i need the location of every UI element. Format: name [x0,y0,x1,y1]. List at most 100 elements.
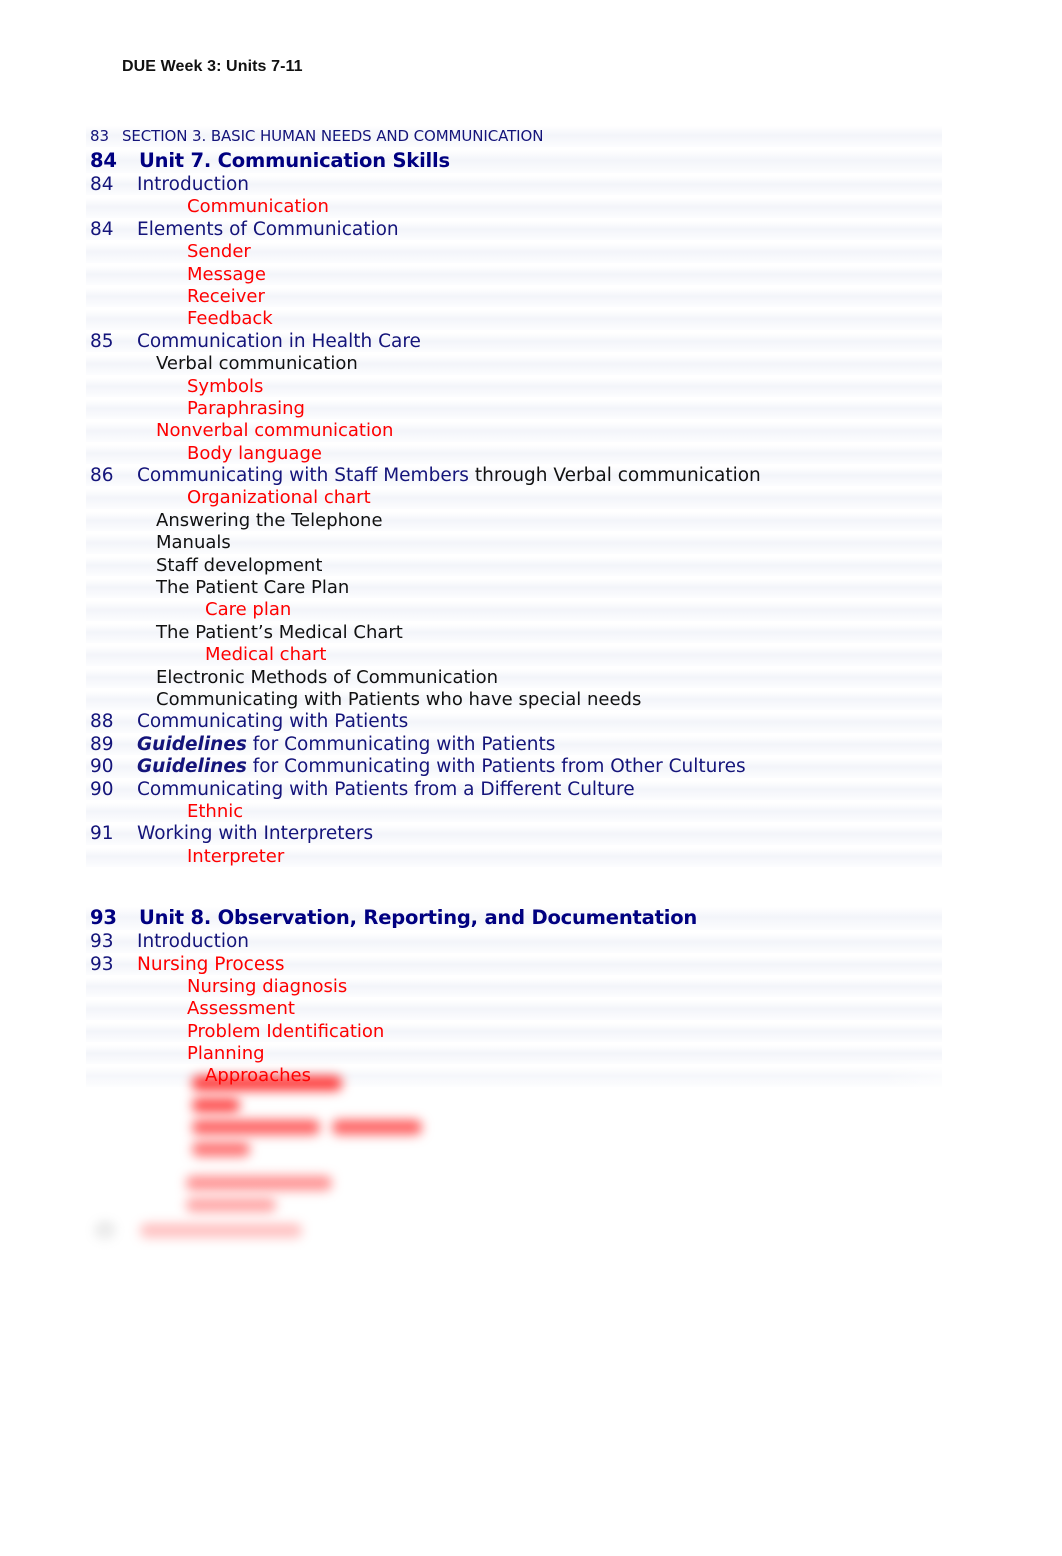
obscured-line [192,1142,250,1157]
toc-entry-row[interactable]: Sender [0,241,1062,263]
entry-term: Approaches [205,1065,311,1087]
toc-entry-row[interactable]: Staff development [0,555,1062,577]
obscured-page-number [94,1221,116,1241]
toc-entry-row[interactable]: Communicating with Patients who have spe… [0,689,1062,711]
obscured-line [186,1176,332,1191]
toc-entry-row[interactable]: Symbols [0,376,1062,398]
entry-term: Assessment [187,998,295,1020]
entry-term: Nursing diagnosis [187,975,348,997]
toc-entry-row[interactable]: 84 Elements of Communication [0,219,1062,241]
toc-entry-row[interactable]: Approaches [0,1065,1062,1088]
page-number: 91 [90,823,114,845]
toc-entry-row[interactable]: Paraphrasing [0,398,1062,420]
entry-term: Problem Identification [187,1020,385,1042]
entry-subtitle: The Patient Care Plan [156,577,350,599]
entry-term: Medical chart [205,644,327,666]
toc-entry-row[interactable]: 89 Guidelines for Communicating with Pat… [0,734,1062,756]
entry-title-emphasis: Guidelines [137,756,247,778]
obscured-text-region [0,1066,1062,1276]
page-number: 84 [90,218,114,240]
obscured-line [140,1224,302,1239]
entry-term: Sender [187,241,251,263]
unit-title: Unit 7. Communication Skills [139,149,450,172]
toc-entry-row[interactable]: Interpreter [0,846,1062,868]
toc-entry-row[interactable]: Planning [0,1043,1062,1065]
page-number: 84 [90,149,117,172]
entry-subtitle: Staff development [156,554,323,576]
toc-entry-row[interactable]: Organizational chart [0,487,1062,510]
toc-entry-row[interactable]: 84 Introduction [0,174,1062,196]
entry-title-tail: through Verbal communication [468,465,761,487]
toc-entry-row[interactable]: Electronic Methods of Communication [0,667,1062,689]
entry-subtitle: Manuals [156,532,231,554]
toc-unit-heading-row[interactable]: 84 Unit 7. Communication Skills [0,148,1062,174]
page-number: 93 [90,906,117,930]
entry-term: Ethnic [187,800,244,822]
page-number: 90 [90,778,114,800]
page-fade-overlay [0,1066,1062,1296]
entry-subtitle: Electronic Methods of Communication [156,666,498,688]
entry-title: Elements of Communication [137,218,399,240]
toc-entry-row[interactable]: 91 Working with Interpreters [0,823,1062,846]
entry-term: Paraphrasing [187,397,305,419]
toc-entry-row[interactable]: Receiver [0,286,1062,308]
entry-title: Communicating with Staff Members through… [137,465,761,487]
toc-entry-row[interactable]: Manuals [0,532,1062,555]
obscured-line [192,1098,240,1113]
entry-title: Communicating with Patients from a Diffe… [137,778,635,800]
entry-subtitle: Verbal communication [156,353,358,375]
entry-title-rest: for Communicating with Patients [246,733,556,755]
toc-entry-row[interactable]: 90 Communicating with Patients from a Di… [0,779,1062,801]
toc-entry-row[interactable]: Message [0,264,1062,286]
toc-entry-row[interactable]: Medical chart [0,644,1062,666]
entry-term: Feedback [187,308,273,330]
toc-entry-row[interactable]: Nonverbal communication [0,420,1062,443]
toc-entry-row[interactable]: The Patient’s Medical Chart [0,622,1062,644]
page-number: 83 [90,127,109,145]
toc-entry-row[interactable]: Assessment [0,998,1062,1021]
toc-section-row[interactable]: 83 SECTION 3. BASIC HUMAN NEEDS AND COMM… [0,124,1062,148]
entry-title: Nursing Process [137,953,285,975]
entry-subtitle: The Patient’s Medical Chart [156,621,403,643]
toc-entry-row[interactable]: The Patient Care Plan [0,577,1062,599]
obscured-line [186,1198,276,1213]
entry-term: Receiver [187,285,265,307]
toc-entry-row[interactable]: 93 Introduction [0,931,1062,953]
entry-title-main: Communicating with Staff Members [137,465,469,487]
page-number: 85 [90,330,114,352]
toc-entry-row[interactable]: Verbal communication [0,353,1062,375]
section-label: SECTION 3. BASIC HUMAN NEEDS AND COMMUNI… [122,127,544,145]
page-number: 88 [90,711,114,733]
toc-entry-row[interactable]: 86 Communicating with Staff Members thro… [0,465,1062,487]
entry-title: Communication in Health Care [137,330,421,352]
toc-entry-row[interactable]: Care plan [0,599,1062,622]
entry-title: Introduction [137,931,250,953]
toc-entry-row[interactable]: Answering the Telephone [0,510,1062,532]
toc-entry-row[interactable]: Ethnic [0,801,1062,823]
obscured-line [332,1120,422,1135]
toc-entry-row[interactable]: Communication [0,196,1062,219]
entry-term: Nonverbal communication [156,420,394,442]
toc-entry-row[interactable]: 93 Nursing Process [0,954,1062,976]
entry-title: Guidelines for Communicating with Patien… [137,734,555,756]
entry-term: Message [187,263,266,285]
entry-subtitle: Answering the Telephone [156,509,383,531]
entry-title: Introduction [137,174,250,195]
toc-entry-row[interactable]: Nursing diagnosis [0,976,1062,998]
toc-entry-row[interactable]: Feedback [0,308,1062,331]
page-number: 93 [90,931,114,953]
toc-unit-heading-row[interactable]: 93 Unit 8. Observation, Reporting, and D… [0,905,1062,931]
entry-term: Body language [187,442,322,464]
entry-term: Organizational chart [187,487,371,509]
entry-term: Communication [187,196,329,218]
entry-term: Planning [187,1043,265,1065]
toc-entry-row[interactable]: 88 Communicating with Patients [0,711,1062,734]
entry-title: Guidelines for Communicating with Patien… [137,756,746,778]
toc-entry-row[interactable]: Problem Identification [0,1021,1062,1043]
toc-entry-row[interactable]: 85 Communication in Health Care [0,331,1062,353]
toc-entry-row[interactable]: 90 Guidelines for Communicating with Pat… [0,756,1062,778]
table-of-contents: 83 SECTION 3. BASIC HUMAN NEEDS AND COMM… [0,124,1062,1088]
toc-entry-row[interactable]: Body language [0,443,1062,465]
document-page: DUE Week 3: Units 7-11 83 SECTION 3. BAS… [0,0,1062,1556]
